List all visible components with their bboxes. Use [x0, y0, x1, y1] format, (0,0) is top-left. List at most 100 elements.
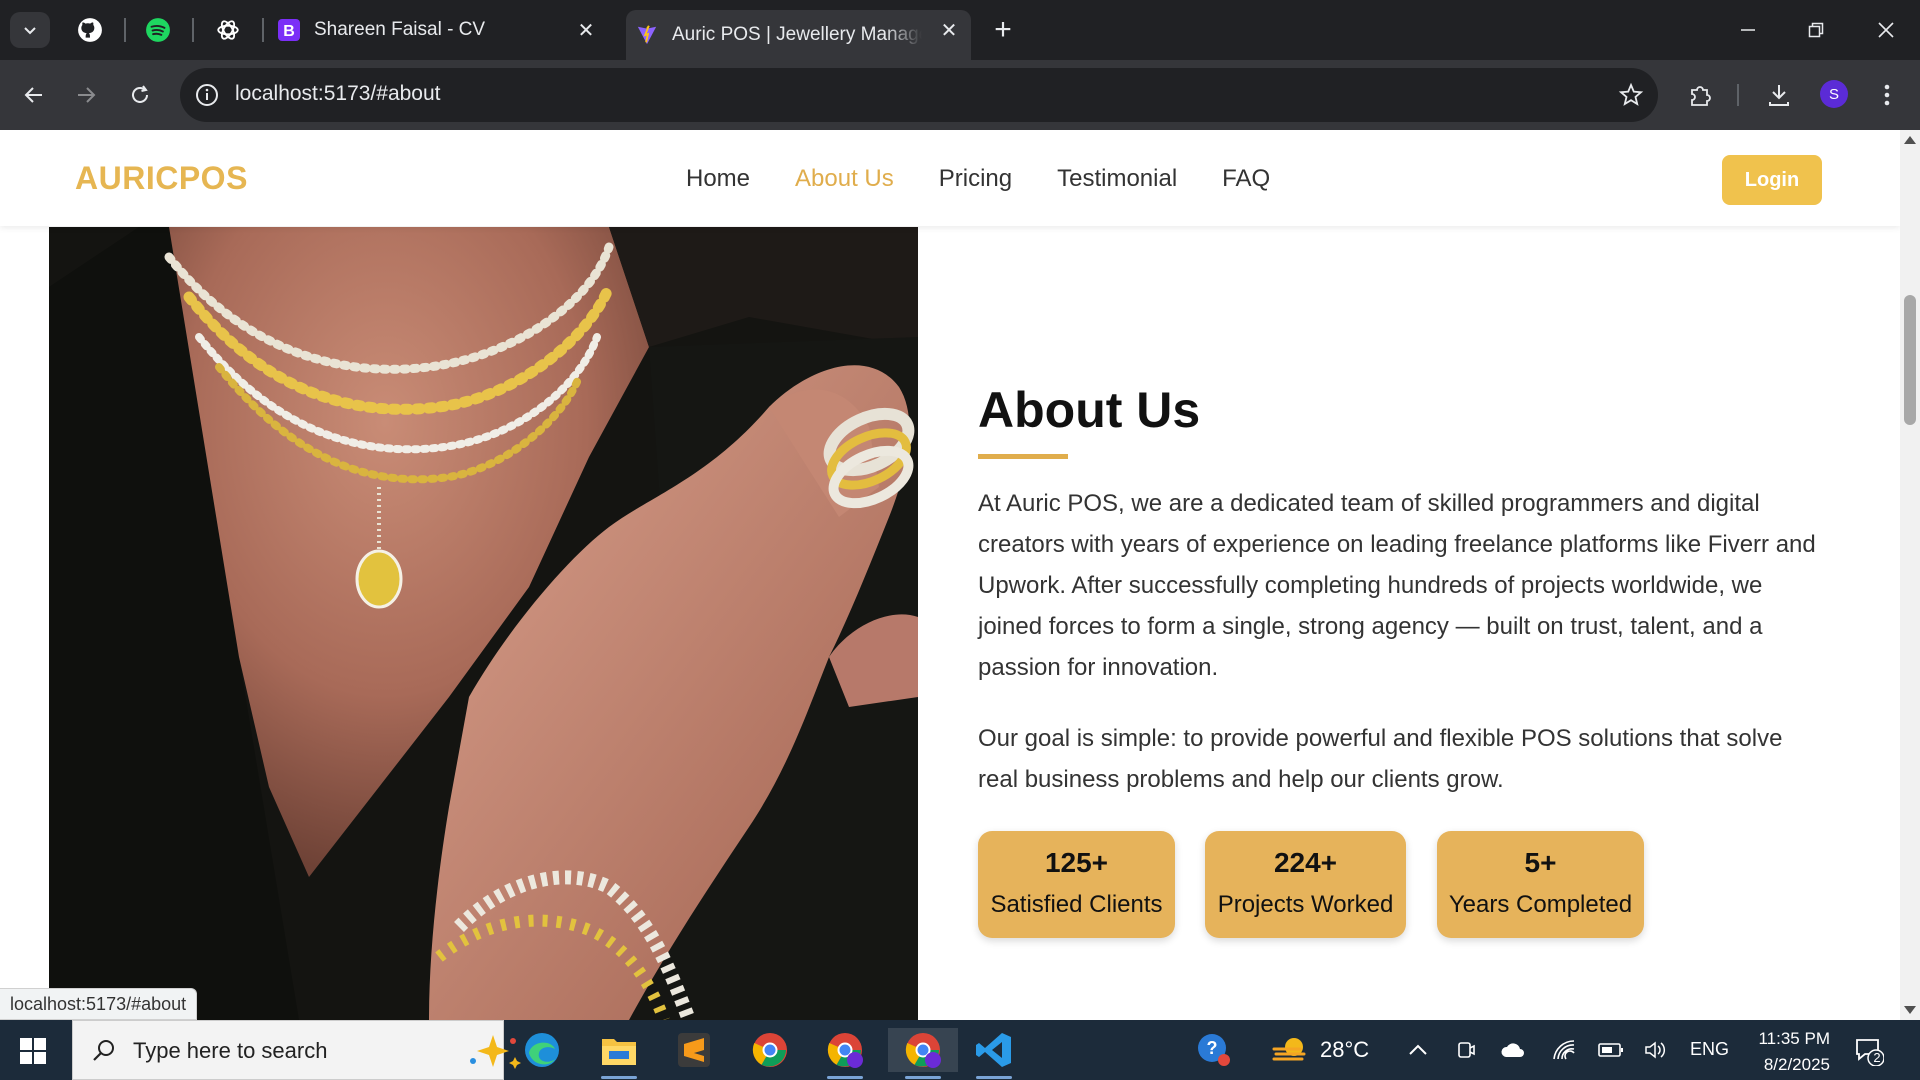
site-header: AURICPOS Home About Us Pricing Testimoni…	[0, 130, 1900, 226]
notification-center-button[interactable]: 2	[1854, 1036, 1885, 1067]
onedrive-cloud-icon[interactable]	[1500, 1041, 1526, 1059]
address-bar[interactable]: localhost:5173/#about	[180, 68, 1658, 122]
taskbar-search-box[interactable]: Type here to search	[72, 1020, 521, 1080]
back-button[interactable]	[14, 75, 54, 115]
spotify-icon	[146, 18, 170, 42]
taskbar-help[interactable]: ?	[1192, 1028, 1236, 1072]
close-tab-icon[interactable]: ✕	[937, 18, 961, 42]
chevron-up-icon[interactable]	[1408, 1042, 1428, 1058]
new-tab-button[interactable]: +	[985, 12, 1021, 48]
taskbar-chrome[interactable]	[748, 1028, 792, 1072]
nav-home[interactable]: Home	[686, 165, 750, 193]
page-scrollbar[interactable]	[1900, 130, 1920, 1020]
chrome-profile-icon	[905, 1033, 941, 1068]
page-viewport: AURICPOS Home About Us Pricing Testimoni…	[0, 130, 1900, 1020]
tab-strip: B Shareen Faisal - CV ✕ Auric POS | Jewe…	[0, 0, 1920, 60]
site-info-icon[interactable]	[194, 82, 220, 108]
nav-pricing[interactable]: Pricing	[939, 165, 1012, 193]
folder-icon	[602, 1039, 636, 1065]
battery-icon[interactable]	[1598, 1042, 1624, 1058]
restore-button[interactable]	[1794, 10, 1838, 50]
github-icon	[78, 18, 102, 42]
pinned-tab-github[interactable]	[74, 14, 106, 46]
reload-button[interactable]	[120, 75, 160, 115]
about-paragraph-2: Our goal is simple: to provide powerful …	[978, 725, 1783, 793]
scroll-down-arrow-icon[interactable]	[1904, 1006, 1916, 1014]
stat-value: 125+	[1044, 847, 1109, 878]
volume-icon[interactable]	[1644, 1040, 1668, 1060]
taskbar-sublime-text[interactable]	[672, 1028, 716, 1072]
tab-title: Shareen Faisal - CV	[314, 19, 486, 40]
taskbar-vscode[interactable]	[972, 1028, 1016, 1079]
chrome-profile-icon	[827, 1033, 863, 1068]
windows-start-icon[interactable]	[20, 1038, 46, 1064]
taskbar-chrome-profile[interactable]	[823, 1028, 867, 1079]
profile-avatar[interactable]: S	[1820, 80, 1848, 108]
close-tab-icon[interactable]: ✕	[574, 18, 598, 42]
close-window-button[interactable]	[1864, 10, 1908, 50]
taskbar: Type here to search ? 28°C ENG 11:35 PM	[0, 1020, 1920, 1080]
stat-value: 5+	[1524, 847, 1557, 878]
minimize-icon	[1741, 29, 1755, 31]
haze-sun-icon	[1272, 1038, 1306, 1061]
tab-auric-pos[interactable]: Auric POS | Jewellery Management ✕	[626, 10, 971, 60]
clock-time: 11:35 PM	[1758, 1029, 1830, 1048]
extensions-button[interactable]	[1685, 80, 1715, 110]
scroll-up-arrow-icon[interactable]	[1904, 136, 1916, 144]
arrow-left-icon	[24, 87, 42, 103]
chevron-down-icon	[24, 27, 36, 35]
browser-toolbar: localhost:5173/#about	[0, 60, 1920, 130]
tab-shareen-cv[interactable]: B Shareen Faisal - CV ✕	[278, 10, 608, 50]
kebab-menu-icon	[1884, 84, 1890, 106]
stat-card-clients: 125+ Satisfied Clients	[978, 831, 1175, 938]
taskbar-file-explorer[interactable]	[597, 1028, 641, 1079]
forward-button[interactable]	[66, 75, 106, 115]
wifi-icon[interactable]	[1552, 1039, 1576, 1061]
meet-now-icon[interactable]	[1456, 1040, 1476, 1060]
language-indicator[interactable]: ENG	[1690, 1039, 1729, 1060]
weather-temperature[interactable]: 28°C	[1320, 1037, 1369, 1063]
arrow-right-icon	[78, 87, 96, 103]
help-icon: ?	[1198, 1034, 1230, 1066]
downloads-button[interactable]	[1764, 80, 1794, 110]
nav-faq[interactable]: FAQ	[1222, 165, 1270, 193]
bootstrap-icon: B	[278, 19, 300, 41]
site-logo[interactable]: AURICPOS	[75, 160, 248, 197]
about-heading: About Us	[978, 382, 1201, 438]
download-icon	[1769, 85, 1789, 106]
chrome-icon	[752, 1033, 787, 1067]
taskbar-edge[interactable]	[520, 1028, 564, 1072]
stat-label: Satisfied Clients	[990, 891, 1163, 918]
pinned-tab-spotify[interactable]	[142, 14, 174, 46]
sparkle-icon	[470, 1035, 521, 1069]
svg-text:B: B	[283, 23, 295, 40]
restore-icon	[1808, 22, 1824, 38]
scrollbar-thumb[interactable]	[1904, 295, 1916, 425]
pinned-tab-chatgpt[interactable]	[212, 14, 244, 46]
clock[interactable]: 11:35 PM 8/2/2025	[1750, 1026, 1830, 1078]
stat-value: 224+	[1273, 847, 1338, 878]
main-nav: Home About Us Pricing Testimonial FAQ	[686, 165, 1270, 193]
stat-label: Projects Worked	[1217, 891, 1394, 918]
tab-title: Auric POS | Jewellery Management	[672, 24, 922, 45]
search-placeholder[interactable]: Type here to search	[133, 1038, 327, 1064]
url-text[interactable]: localhost:5173/#about	[235, 82, 441, 106]
puzzle-icon	[1691, 86, 1711, 106]
nav-testimonial[interactable]: Testimonial	[1057, 165, 1177, 193]
vscode-icon	[976, 1033, 1011, 1067]
taskbar-chrome-active[interactable]	[888, 1028, 958, 1079]
about-paragraph-1: At Auric POS, we are a dedicated team of…	[978, 490, 1816, 681]
status-bar-url: localhost:5173/#about	[0, 988, 198, 1020]
stat-label: Years Completed	[1448, 891, 1633, 918]
nav-about-us[interactable]: About Us	[795, 165, 894, 193]
login-button[interactable]: Login	[1722, 155, 1822, 205]
bookmark-star-icon[interactable]	[1618, 82, 1644, 108]
tab-search-button[interactable]	[10, 12, 50, 48]
edge-icon	[525, 1033, 559, 1067]
weather-widget-icon[interactable]	[1268, 1028, 1312, 1072]
svg-text:?: ?	[1207, 1038, 1218, 1058]
browser-menu-button[interactable]	[1872, 80, 1902, 110]
minimize-button[interactable]	[1726, 10, 1770, 50]
sublime-text-icon	[678, 1033, 710, 1067]
notification-count: 2	[1873, 1050, 1881, 1065]
